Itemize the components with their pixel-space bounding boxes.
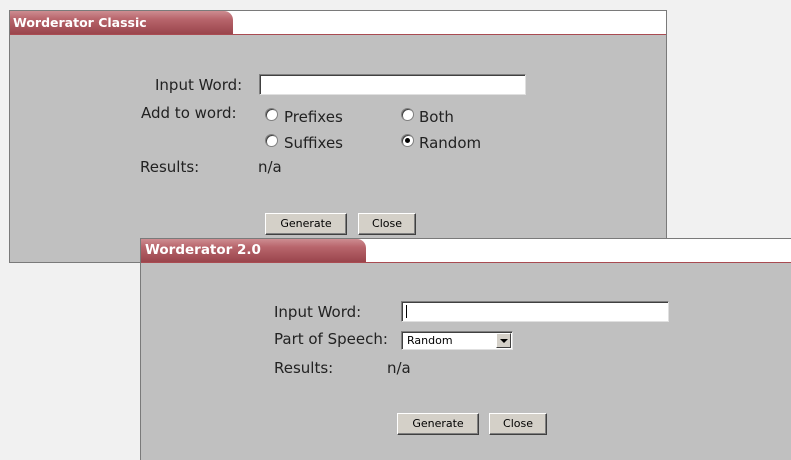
part-of-speech-select[interactable]: Random	[401, 331, 513, 350]
results-value: n/a	[258, 158, 282, 176]
window-title: Worderator Classic	[10, 11, 233, 34]
worderator-2-window: Worderator 2.0 Input Word: Part of Speec…	[140, 238, 791, 460]
chevron-down-icon[interactable]	[496, 333, 511, 348]
selected-dot-icon	[405, 138, 410, 143]
results-label: Results:	[274, 359, 334, 377]
suffixes-radio[interactable]	[265, 134, 278, 147]
prefixes-label: Prefixes	[284, 108, 343, 126]
worderator-classic-window: Worderator Classic Input Word: Add to wo…	[9, 10, 667, 263]
random-radio[interactable]	[401, 134, 414, 147]
generate-button[interactable]: Generate	[397, 413, 479, 435]
results-value: n/a	[387, 359, 411, 377]
results-label: Results:	[140, 158, 200, 176]
window-title: Worderator 2.0	[141, 239, 366, 262]
add-to-word-label: Add to word:	[141, 104, 237, 122]
part-of-speech-label: Part of Speech:	[274, 330, 388, 348]
close-button[interactable]: Close	[358, 213, 416, 235]
selected-value: Random	[407, 334, 453, 347]
input-word-label: Input Word:	[155, 76, 243, 94]
input-word-field[interactable]	[259, 74, 526, 95]
text-caret	[406, 305, 407, 318]
title-bar[interactable]: Worderator Classic	[10, 11, 666, 35]
title-bar[interactable]: Worderator 2.0	[141, 239, 791, 263]
suffixes-label: Suffixes	[284, 134, 343, 152]
input-word-field[interactable]	[401, 301, 669, 322]
prefixes-radio[interactable]	[265, 108, 278, 121]
both-label: Both	[419, 108, 454, 126]
input-word-label: Input Word:	[274, 303, 362, 321]
random-label: Random	[419, 134, 482, 152]
generate-button[interactable]: Generate	[265, 213, 347, 235]
both-radio[interactable]	[401, 108, 414, 121]
close-button[interactable]: Close	[489, 413, 547, 435]
